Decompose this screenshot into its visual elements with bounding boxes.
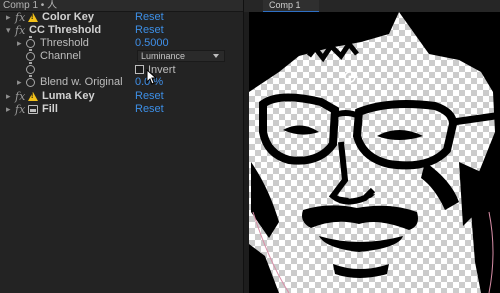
effect-row-fill[interactable]: ▸ fx Fill Reset [0,103,243,116]
param-label: Blend w. Original [40,76,123,88]
param-row-blend: ▸ Blend w. Original 0.0 % [0,75,243,89]
effect-name: Color Key [42,11,94,23]
composition-panel: Comp 1 [243,0,500,293]
stopwatch-icon[interactable] [26,49,35,61]
chevron-down-icon [213,54,219,58]
effect-row-cc-threshold[interactable]: ▾ fx CC Threshold Reset [0,24,243,37]
fill-icon [28,105,38,114]
composition-viewer[interactable] [249,12,500,293]
reset-button[interactable]: Reset [135,11,164,24]
effect-name: Fill [42,103,58,115]
fx-toggle-icon[interactable]: fx [15,90,25,103]
channel-dropdown[interactable]: Luminance [137,50,225,62]
threshold-value[interactable]: 0.5000 [135,37,169,50]
expand-triangle-icon[interactable]: ▸ [17,37,22,50]
effect-controls-title: Comp 1 • 人 [3,0,58,11]
expand-triangle-icon[interactable]: ▸ [6,90,11,103]
expand-triangle-icon[interactable]: ▸ [6,103,11,116]
param-row-threshold: ▸ Threshold 0.5000 [0,36,243,50]
effect-row-luma-key[interactable]: ▸ fx Luma Key Reset [0,90,243,103]
invert-checkbox[interactable] [135,65,144,74]
reset-button[interactable]: Reset [135,24,164,37]
reset-button[interactable]: Reset [135,103,164,116]
reset-button[interactable]: Reset [135,90,164,103]
param-label: Threshold [40,37,89,49]
expand-triangle-icon[interactable]: ▸ [6,11,11,24]
expand-triangle-icon[interactable]: ▸ [17,76,22,89]
fx-toggle-icon[interactable]: fx [15,103,25,116]
composition-tab-bar: Comp 1 [244,0,500,12]
fx-toggle-icon[interactable]: fx [15,24,25,37]
tab-label: Comp 1 [269,0,301,10]
effect-name: CC Threshold [29,24,102,36]
param-label: Channel [40,50,81,62]
tab-comp-1[interactable]: Comp 1 [263,0,319,12]
effect-row-color-key[interactable]: ▸ fx Color Key Reset [0,11,243,24]
threshold-preview-image [249,12,500,293]
fx-toggle-icon[interactable]: fx [15,11,25,24]
param-row-invert [0,62,243,76]
warning-icon [28,13,38,22]
channel-selected-value: Luminance [141,51,186,61]
stopwatch-icon[interactable] [26,75,35,87]
mouse-cursor-icon [146,69,156,85]
warning-icon [28,92,38,101]
effect-controls-panel: Comp 1 • 人 ▸ fx Color Key Reset ▾ fx CC … [0,0,243,293]
collapse-triangle-icon[interactable]: ▾ [6,24,11,37]
effect-name: Luma Key [42,90,95,102]
stopwatch-icon[interactable] [26,36,35,48]
stopwatch-icon[interactable] [26,62,35,74]
